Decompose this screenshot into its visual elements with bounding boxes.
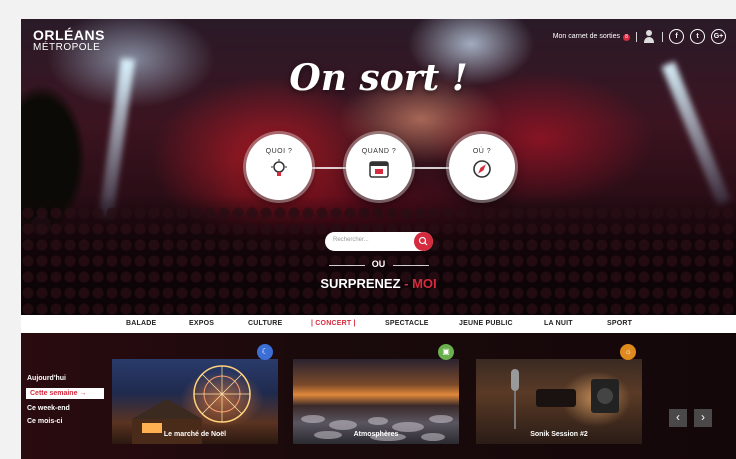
search-icon bbox=[418, 236, 428, 246]
carousel-prev-button[interactable]: ‹ bbox=[669, 409, 687, 427]
quand-button[interactable]: QUAND ? bbox=[346, 134, 412, 200]
hero-title: On sort ! bbox=[289, 57, 468, 99]
carnet-label: Mon carnet de sorties bbox=[552, 32, 620, 40]
lightbulb-icon bbox=[246, 159, 312, 184]
surprise-moi: MOI bbox=[412, 276, 437, 291]
search-placeholder: Rechercher... bbox=[333, 237, 369, 243]
carousel-next-button[interactable]: › bbox=[694, 409, 712, 427]
period-today[interactable]: Aujourd'hui bbox=[27, 375, 104, 382]
event-card[interactable]: Sonik Session #2 bbox=[476, 359, 642, 444]
top-bar: Mon carnet de sorties 8 f t G+ bbox=[553, 29, 726, 44]
event-card-caption: Atmosphères bbox=[353, 431, 399, 438]
logo[interactable]: ORLÉANS MÉTROPOLE bbox=[33, 27, 105, 53]
period-month[interactable]: Ce mois-ci bbox=[27, 418, 104, 425]
event-card[interactable]: Atmosphères bbox=[293, 359, 459, 444]
divider bbox=[393, 265, 429, 266]
event-card-caption: Le marché de Noël bbox=[163, 431, 227, 438]
divider bbox=[662, 31, 663, 42]
period-weekend[interactable]: Ce week-end bbox=[27, 405, 104, 412]
nav-item-jeune-public[interactable]: JEUNE PUBLIC bbox=[459, 320, 513, 327]
surprise-main: SURPRENEZ bbox=[320, 276, 401, 291]
compass-icon bbox=[449, 159, 515, 184]
logo-line2: MÉTROPOLE bbox=[33, 42, 101, 53]
event-card[interactable]: Le marché de Noël bbox=[112, 359, 278, 444]
period-this-week-label: Cette semaine bbox=[30, 390, 78, 397]
divider bbox=[636, 31, 637, 42]
sun-icon: ☼ bbox=[620, 344, 636, 360]
quand-label: QUAND ? bbox=[361, 148, 397, 155]
google-plus-icon[interactable]: G+ bbox=[711, 29, 726, 44]
page-frame: ORLÉANS MÉTROPOLE Mon carnet de sorties 8… bbox=[21, 19, 736, 459]
search-button[interactable] bbox=[414, 232, 433, 251]
period-filter: Aujourd'hui Cette semaine → Ce week-end … bbox=[26, 375, 104, 431]
facebook-icon[interactable]: f bbox=[669, 29, 684, 44]
period-this-week[interactable]: Cette semaine → bbox=[26, 388, 104, 399]
arrow-right-icon: → bbox=[79, 390, 87, 397]
quoi-button[interactable]: QUOI ? bbox=[246, 134, 312, 200]
ou-separator: OU bbox=[371, 259, 386, 269]
nav-item-balade[interactable]: BALADE bbox=[126, 320, 156, 327]
nav-item-sport[interactable]: SPORT bbox=[607, 320, 632, 327]
moon-icon: ☾ bbox=[257, 344, 273, 360]
carnet-count-badge: 8 bbox=[623, 33, 630, 41]
image-icon: ▣ bbox=[438, 344, 454, 360]
nav-item-culture[interactable]: CULTURE bbox=[248, 320, 282, 327]
carnet-link[interactable]: Mon carnet de sorties 8 bbox=[553, 33, 630, 41]
nav-item-la-nuit[interactable]: LA NUIT bbox=[544, 320, 573, 327]
quoi-label: QUOI ? bbox=[265, 148, 293, 155]
ou-button[interactable]: OÙ ? bbox=[449, 134, 515, 200]
events-section: Aujourd'hui Cette semaine → Ce week-end … bbox=[21, 333, 736, 459]
event-card-caption: Sonik Session #2 bbox=[530, 431, 588, 438]
user-icon[interactable] bbox=[643, 30, 656, 43]
search-field[interactable]: Rechercher... bbox=[325, 232, 433, 251]
category-nav: BALADE EXPOS CULTURE | CONCERT | SPECTAC… bbox=[21, 315, 736, 333]
twitter-icon[interactable]: t bbox=[690, 29, 705, 44]
hero-section: ORLÉANS MÉTROPOLE Mon carnet de sorties 8… bbox=[21, 19, 736, 315]
ou-label: OÙ ? bbox=[472, 148, 492, 155]
logo-line1: ORLÉANS bbox=[33, 27, 105, 43]
calendar-icon bbox=[346, 159, 412, 184]
nav-item-expos[interactable]: EXPOS bbox=[189, 320, 214, 327]
surprise-dash: - bbox=[400, 276, 413, 291]
surprise-button[interactable]: SURPRENEZ - MOI bbox=[21, 276, 736, 291]
nav-item-spectacle[interactable]: SPECTACLE bbox=[385, 320, 429, 327]
